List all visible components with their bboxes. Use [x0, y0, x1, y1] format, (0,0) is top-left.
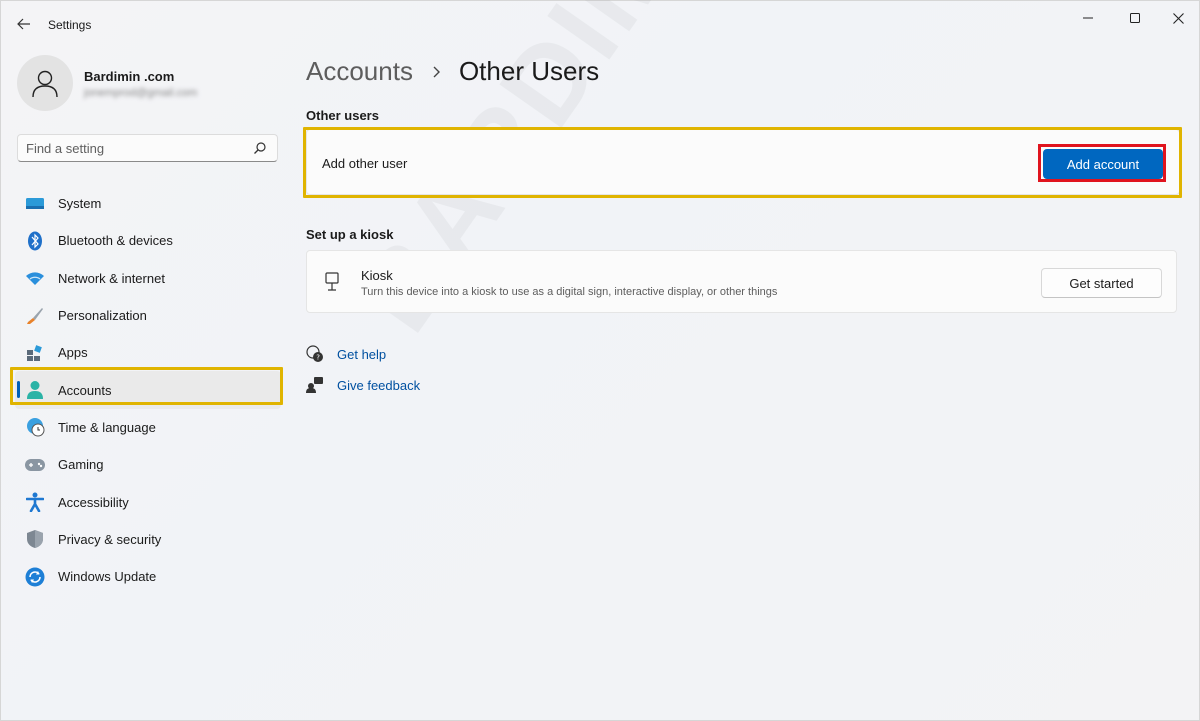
search-input[interactable] [26, 140, 246, 156]
sidebar-item-label: Bluetooth & devices [58, 233, 173, 249]
sidebar-item-privacy-security[interactable]: Privacy & security [15, 521, 281, 558]
sidebar-nav: System Bluetooth & devices Network & int… [15, 185, 281, 595]
gamepad-icon [25, 455, 45, 475]
app-title: Settings [48, 18, 92, 32]
maximize-button[interactable] [1116, 5, 1154, 31]
sidebar-item-accounts[interactable]: Accounts [15, 371, 281, 409]
add-other-user-card: Add other user Add account [306, 129, 1180, 195]
help-chat-icon: ? [306, 345, 324, 363]
kiosk-icon [324, 272, 340, 297]
close-button[interactable] [1159, 5, 1197, 31]
wifi-icon [25, 268, 45, 288]
chevron-right-icon [433, 66, 440, 77]
sidebar-item-system[interactable]: System [15, 185, 281, 222]
kiosk-heading: Set up a kiosk [306, 227, 394, 242]
add-other-user-label: Add other user [322, 156, 408, 171]
sidebar-item-label: Windows Update [58, 569, 157, 585]
minimize-button[interactable] [1069, 5, 1107, 31]
update-icon [25, 567, 45, 587]
sidebar-item-label: Apps [58, 345, 88, 361]
search-box[interactable] [17, 134, 278, 162]
kiosk-title: Kiosk [361, 268, 393, 283]
sidebar-item-label: Accounts [58, 382, 112, 398]
sidebar-item-label: Personalization [58, 308, 147, 324]
shield-icon [25, 529, 45, 549]
accessibility-icon [25, 492, 45, 513]
maximize-icon [1130, 13, 1140, 23]
sidebar-item-label: Gaming [58, 457, 104, 473]
sidebar-item-accessibility[interactable]: Accessibility [15, 483, 281, 520]
kiosk-description: Turn this device into a kiosk to use as … [361, 286, 778, 298]
sidebar-item-gaming[interactable]: Gaming [15, 446, 281, 483]
close-icon [1172, 12, 1184, 24]
sidebar-item-label: System [58, 196, 102, 212]
svg-text:?: ? [316, 354, 320, 362]
get-started-button[interactable]: Get started [1041, 268, 1162, 298]
profile-email: jonemprod@gmail.com [84, 87, 198, 99]
settings-window: BARDIMIN Settings Bardimin .com jonempro… [0, 0, 1200, 721]
apps-icon [25, 343, 45, 363]
sidebar-item-bluetooth[interactable]: Bluetooth & devices [15, 222, 281, 259]
person-icon [25, 380, 45, 400]
sidebar-item-label: Privacy & security [58, 531, 162, 547]
page-title: Other Users [458, 56, 600, 86]
minimize-icon [1083, 17, 1093, 19]
sidebar-item-label: Accessibility [58, 494, 129, 510]
give-feedback-link[interactable]: Give feedback [306, 376, 420, 394]
add-account-button[interactable]: Add account [1043, 149, 1163, 179]
bluetooth-icon [25, 231, 45, 251]
sidebar-item-apps[interactable]: Apps [15, 334, 281, 371]
kiosk-card: Kiosk Turn this device into a kiosk to u… [306, 250, 1177, 313]
breadcrumb: Accounts Other Users [306, 56, 599, 87]
sidebar-item-label: Network & internet [58, 270, 165, 286]
sidebar-item-personalization[interactable]: Personalization [15, 297, 281, 334]
monitor-icon [25, 194, 45, 214]
sidebar-item-time-language[interactable]: Time & language [15, 409, 281, 446]
get-help-label[interactable]: Get help [337, 347, 386, 362]
globe-clock-icon [25, 417, 45, 437]
back-button[interactable] [13, 13, 35, 35]
sidebar-item-windows-update[interactable]: Windows Update [15, 558, 281, 595]
avatar[interactable] [17, 55, 73, 111]
profile-name: Bardimin .com [84, 69, 175, 84]
title-bar: Settings [1, 1, 1199, 47]
sidebar-item-network[interactable]: Network & internet [15, 260, 281, 297]
person-icon [32, 70, 58, 98]
give-feedback-label[interactable]: Give feedback [337, 378, 420, 393]
feedback-icon [306, 376, 324, 394]
get-help-link[interactable]: ? Get help [306, 345, 386, 363]
sidebar-item-label: Time & language [58, 419, 156, 435]
search-icon[interactable] [253, 141, 267, 155]
arrow-left-icon [17, 18, 30, 30]
brush-icon [25, 306, 45, 326]
breadcrumb-parent[interactable]: Accounts [306, 56, 413, 87]
other-users-heading: Other users [306, 108, 379, 123]
